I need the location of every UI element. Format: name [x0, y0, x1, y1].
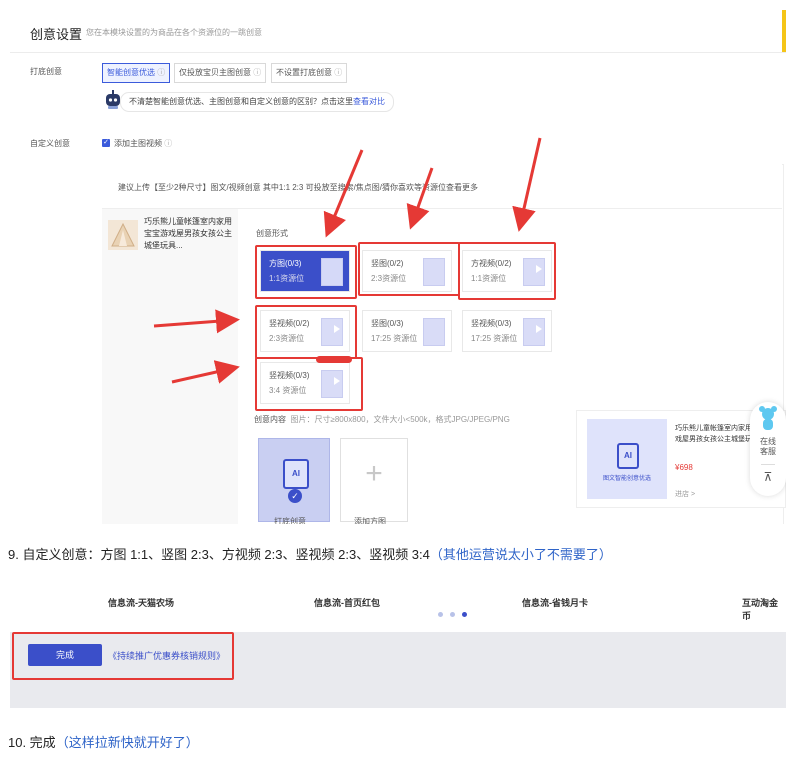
ai-icon: AI: [617, 443, 639, 469]
smart-creative-tile[interactable]: AI ✓: [258, 438, 330, 522]
highlight-box: [255, 305, 357, 359]
add-square-image-label: 添加方图: [354, 517, 386, 524]
help-icon: ⓘ: [334, 68, 343, 77]
plus-icon: +: [365, 457, 383, 490]
highlight-box: [255, 245, 357, 299]
edge-accent: [782, 10, 786, 52]
help-icon: ⓘ: [253, 68, 262, 77]
finish-screenshot: 信息流-天猫农场 信息流-首页红包 信息流-省钱月卡 互动淘金币 完成 《持续推…: [10, 580, 786, 708]
highlight-box: [12, 632, 234, 680]
main-video-checkbox[interactable]: ✓: [102, 139, 110, 147]
help-tip: 不清楚智能创意优选、主图创意和自定义创意的区别？点击这里查看对比: [120, 92, 394, 112]
carousel-dot[interactable]: [450, 612, 455, 617]
channel-taojinbi[interactable]: 互动淘金币: [742, 596, 786, 622]
product-panel: [102, 209, 238, 524]
highlight-box: [358, 242, 460, 296]
creative-settings-screenshot: 创意设置 您在本模块设置的为商品在各个资源位的一跳创意 打底创意 智能创意优选 …: [10, 10, 786, 524]
add-square-image-button[interactable]: +: [340, 438, 408, 522]
step-10-caption: 10. 完成（这样拉新快就开好了）: [8, 735, 199, 750]
preview-store-link[interactable]: 进店 >: [675, 489, 695, 499]
option-main-image-only[interactable]: 仅投放宝贝主图创意 ⓘ: [174, 63, 267, 83]
page-subtitle: 您在本模块设置的为商品在各个资源位的一跳创意: [86, 28, 262, 37]
compare-link[interactable]: 查看对比: [353, 97, 385, 106]
channel-monthly-card[interactable]: 信息流-省钱月卡: [522, 596, 588, 609]
creative-form-label: 创意形式: [256, 229, 288, 238]
help-icon: ⓘ: [157, 68, 166, 77]
preview-ai-caption: 图文智能创意优选: [602, 476, 651, 482]
channel-home-redpacket[interactable]: 信息流-首页红包: [314, 596, 380, 609]
product-name: 巧乐熊儿童帐篷室内家用宝宝游戏屋男孩女孩公主城堡玩具...: [144, 217, 232, 250]
step-9-caption: 9. 自定义创意：方图 1:1、竖图 2:3、方视频 2:3、竖视频 2:3、竖…: [8, 547, 612, 562]
preview-image: AI 图文智能创意优选: [587, 419, 667, 499]
selected-check-icon: ✓: [288, 489, 302, 503]
option-smart-creative[interactable]: 智能创意优选 ⓘ: [102, 63, 171, 83]
mascot-icon: [759, 406, 777, 430]
option-no-base-creative[interactable]: 不设置打底创意 ⓘ: [271, 63, 348, 83]
play-icon: [536, 325, 542, 333]
main-video-label: 添加主图视频 ⓘ: [114, 139, 173, 148]
carousel-dot[interactable]: [438, 612, 443, 617]
customer-service-widget[interactable]: 在线 客服 ⊼: [750, 402, 786, 496]
upload-hint: 建议上传【至少2种尺寸】图文/视频创意 其中1:1 2:3 可投放至搜索/焦点图…: [118, 183, 479, 192]
preview-price: ¥698: [675, 463, 693, 472]
slot-portrait-image-17-25[interactable]: 竖图(0/3) 17:25 资源位: [362, 310, 452, 352]
channel-tmall-farm[interactable]: 信息流-天猫农场: [108, 596, 174, 609]
back-to-top-icon[interactable]: ⊼: [750, 470, 786, 484]
cs-label-service: 客服: [760, 447, 776, 456]
base-creative-label: 打底创意: [30, 67, 62, 76]
help-icon: ⓘ: [164, 139, 173, 148]
slot-portrait-video-17-25[interactable]: 竖视频(0/3) 17:25 资源位: [462, 310, 552, 352]
custom-creative-label: 自定义创意: [30, 139, 70, 148]
product-thumbnail: [108, 220, 138, 250]
highlight-box: [255, 357, 363, 411]
ai-icon: AI: [283, 459, 309, 489]
creative-content-label: 创意内容 图片：尺寸≥800x800，文件大小<500k，格式JPG/JPEG/…: [254, 415, 510, 424]
page-title: 创意设置: [30, 27, 83, 42]
carousel-dot-active[interactable]: [462, 612, 467, 617]
smart-creative-tile-label: 打底创意: [274, 517, 306, 524]
highlight-box: [458, 242, 556, 300]
